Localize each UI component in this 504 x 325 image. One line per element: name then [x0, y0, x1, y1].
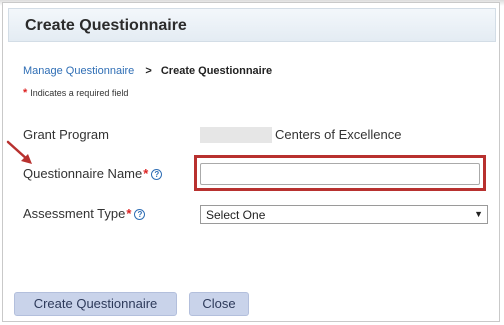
required-star: *	[143, 166, 149, 181]
create-questionnaire-button[interactable]: Create Questionnaire	[14, 292, 177, 316]
breadcrumb-current: Create Questionnaire	[160, 65, 273, 77]
help-icon[interactable]: ?	[134, 209, 146, 220]
help-icon[interactable]: ?	[151, 169, 163, 180]
annotation-arrow-icon	[6, 140, 32, 164]
breadcrumb: Manage Questionnaire > Create Questionna…	[23, 65, 272, 77]
assessment-type-label-text: Assessment Type	[23, 206, 126, 221]
assessment-type-selected-value: Select One	[206, 208, 266, 222]
breadcrumb-link-manage-questionnaire[interactable]: Manage Questionnaire	[23, 65, 134, 77]
dialog-title: Create Questionnaire	[25, 17, 187, 34]
questionnaire-name-label: Questionnaire Name*?	[23, 166, 163, 181]
required-star: *	[126, 206, 132, 221]
chevron-down-icon: ▼	[474, 209, 483, 219]
required-field-note: * Indicates a required field	[23, 87, 128, 99]
assessment-type-label: Assessment Type*?	[23, 206, 146, 221]
required-note-text: Indicates a required field	[30, 88, 129, 98]
questionnaire-name-input[interactable]	[200, 163, 480, 185]
grant-program-redacted-box	[200, 127, 272, 143]
dialog-header: Create Questionnaire	[8, 8, 496, 42]
close-button[interactable]: Close	[189, 292, 249, 316]
assessment-type-select[interactable]: Select One ▼	[200, 205, 488, 224]
breadcrumb-separator: >	[145, 65, 152, 77]
grant-program-value: Centers of Excellence	[275, 127, 402, 142]
questionnaire-name-label-text: Questionnaire Name	[23, 166, 143, 181]
required-star: *	[23, 87, 28, 99]
